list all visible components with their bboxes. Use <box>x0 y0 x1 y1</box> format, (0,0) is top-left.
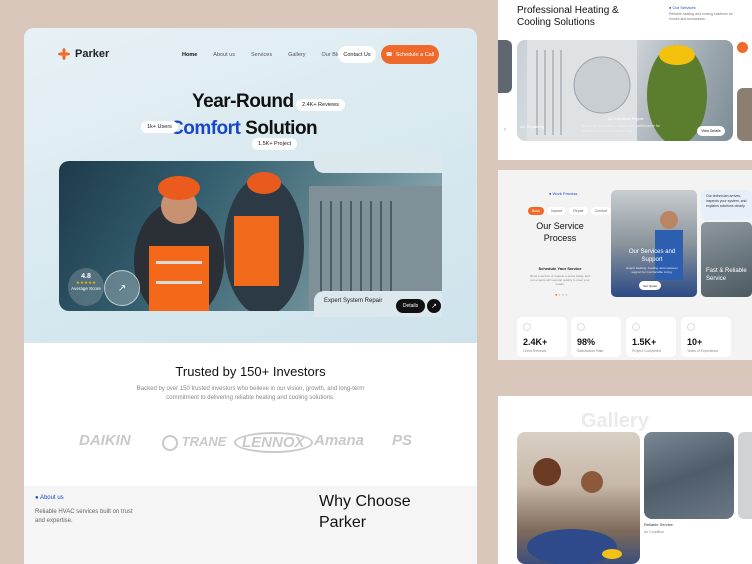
process-step-desc: Book a service or request a quote today,… <box>530 274 590 286</box>
stat-card-satisfaction: 98% Satisfaction Rate <box>571 317 621 357</box>
carousel-next-image[interactable] <box>737 88 752 141</box>
trane-circle-icon <box>162 434 178 451</box>
trane-logo: TRANE <box>162 434 226 451</box>
support-title: Our Services and Support <box>628 249 676 263</box>
reliable-service-label: Reliable Service <box>644 522 673 527</box>
stat-card-reviews: 2.4K+ Client Reviews <box>517 317 567 357</box>
tab-comfort[interactable]: Comfort <box>590 207 612 215</box>
brand-name: Parker <box>75 48 110 60</box>
expert-repair-text: Expert System Repair <box>324 298 383 304</box>
tab-repair[interactable]: Repair <box>569 207 588 215</box>
stat-label: Satisfaction Rate <box>577 349 604 353</box>
reviews-chip: 2.4K+ Reviews <box>296 99 345 111</box>
hero-title-rest: Solution <box>240 118 318 139</box>
tab-book[interactable]: Book <box>528 207 544 215</box>
about-text: Reliable HVAC services built on trust an… <box>35 509 133 524</box>
phone-icon: ☎ <box>385 51 393 58</box>
trusted-title: Trusted by 150+ Investors <box>175 364 326 379</box>
ac-repair-desc: Expert AC installation, repair, and main… <box>582 124 660 133</box>
brand-logo[interactable]: Parker <box>58 48 109 60</box>
trusted-description: Backed by over 150 trusted investors who… <box>136 386 365 401</box>
gallery-title: Gallery <box>581 410 649 432</box>
fast-service-card[interactable] <box>701 222 752 297</box>
family-illustration <box>527 458 622 564</box>
stat-label: Project Completed <box>632 349 661 353</box>
details-button[interactable]: Details <box>396 299 425 313</box>
carousel-next-icon[interactable] <box>737 42 748 53</box>
stat-label: Years of Experience <box>687 349 719 353</box>
view-details-button[interactable]: View Details <box>697 126 725 136</box>
stat-card-experience: 10+ Years of Experience <box>681 317 731 357</box>
hero-title-line2: Comfort Solution <box>170 118 318 140</box>
project-chip: 1.5K+ Project <box>252 138 298 150</box>
star-icon <box>523 323 531 331</box>
work-process-text: Work Process <box>552 191 578 196</box>
check-icon <box>632 323 640 331</box>
daikin-logo: DAIKIN <box>79 432 131 449</box>
landing-page: Parker Home About us Services Gallery Ou… <box>24 28 477 564</box>
users-chip: 1k+ Users <box>141 121 178 133</box>
gallery-image-technician[interactable] <box>644 432 734 519</box>
partial-logo: PS <box>392 432 413 449</box>
stat-value: 2.4K+ <box>523 337 548 347</box>
contact-button[interactable]: Contact Us <box>338 46 376 63</box>
nav-services[interactable]: Services <box>251 52 272 58</box>
ac-repair-label: AC Repairing <box>520 124 544 129</box>
arrow-icon-button[interactable]: ↗ <box>427 299 441 313</box>
gallery-image-partial[interactable] <box>738 432 752 519</box>
tech-desc: Our technician arrives, inspects your sy… <box>706 194 747 208</box>
services-desc: Reliable heating and cooling solutions f… <box>669 12 733 21</box>
star-icons: ★★★★★ <box>75 280 97 285</box>
process-step-title: Schedule Your Service <box>538 266 582 271</box>
trane-logo-text: TRANE <box>181 434 227 449</box>
hero-notch <box>314 153 442 173</box>
main-nav: Home About us Services Gallery Our Blog <box>182 52 343 58</box>
nav-gallery[interactable]: Gallery <box>288 52 305 58</box>
stat-label: Client Reviews <box>523 349 547 353</box>
tab-inspect[interactable]: Inspect <box>546 207 567 215</box>
stat-value: 10+ <box>687 337 703 347</box>
stat-value: 1.5K+ <box>632 337 657 347</box>
schedule-label: Schedule a Call <box>395 51 435 58</box>
get-quote-button[interactable]: Get Quote <box>639 281 661 290</box>
support-desc: Expert Heating, Cooling, and customer su… <box>626 266 678 274</box>
process-title: Our Service Process <box>536 221 584 243</box>
services-heading: Professional Heating & Cooling Solutions <box>517 5 619 28</box>
air-condition-label: Air Condition <box>644 530 665 534</box>
arrow-up-right-icon[interactable]: ↗ <box>104 270 140 306</box>
chevron-left-icon[interactable]: ‹ <box>504 127 506 133</box>
fast-service-title: Fast & Reliable Service <box>706 268 747 282</box>
about-label-text: About us <box>39 495 64 501</box>
flower-logo-icon <box>58 48 70 60</box>
about-label: ● About us <box>35 495 64 501</box>
ac-repair-title: Air Condition Repair <box>608 116 644 121</box>
hero-section: Parker Home About us Services Gallery Ou… <box>24 28 477 343</box>
services-label-text: Our Services <box>672 5 696 10</box>
rating-label: Average Score <box>71 286 101 291</box>
stat-value: 98% <box>577 337 596 347</box>
stat-card-projects: 1.5K+ Project Completed <box>626 317 676 357</box>
schedule-call-button[interactable]: ☎ Schedule a Call <box>381 45 439 64</box>
amana-logo: Amana <box>314 432 365 449</box>
process-tabs: Book Inspect Repair Comfort <box>528 207 612 215</box>
services-label: ● Our Services <box>669 5 696 10</box>
nav-home[interactable]: Home <box>182 52 197 58</box>
lennox-logo: LENNOX <box>234 432 313 453</box>
carousel-prev-image[interactable] <box>498 40 512 93</box>
nav-about[interactable]: About us <box>213 52 235 58</box>
thumb-icon <box>577 323 585 331</box>
gallery-image-family[interactable] <box>517 432 640 564</box>
rating-badge: 4.8 ★★★★★ Average Score <box>68 268 104 306</box>
rating-value: 4.8 <box>81 273 91 280</box>
why-title: Why Choose Parker <box>319 493 411 531</box>
hero-title-highlight: Comfort <box>170 118 241 139</box>
work-process-label: ● Work Process <box>549 191 578 196</box>
pagination-dots[interactable]: ●●●● <box>555 292 569 297</box>
hero-title-line1: Year-Round <box>192 91 294 112</box>
clock-icon <box>687 323 695 331</box>
